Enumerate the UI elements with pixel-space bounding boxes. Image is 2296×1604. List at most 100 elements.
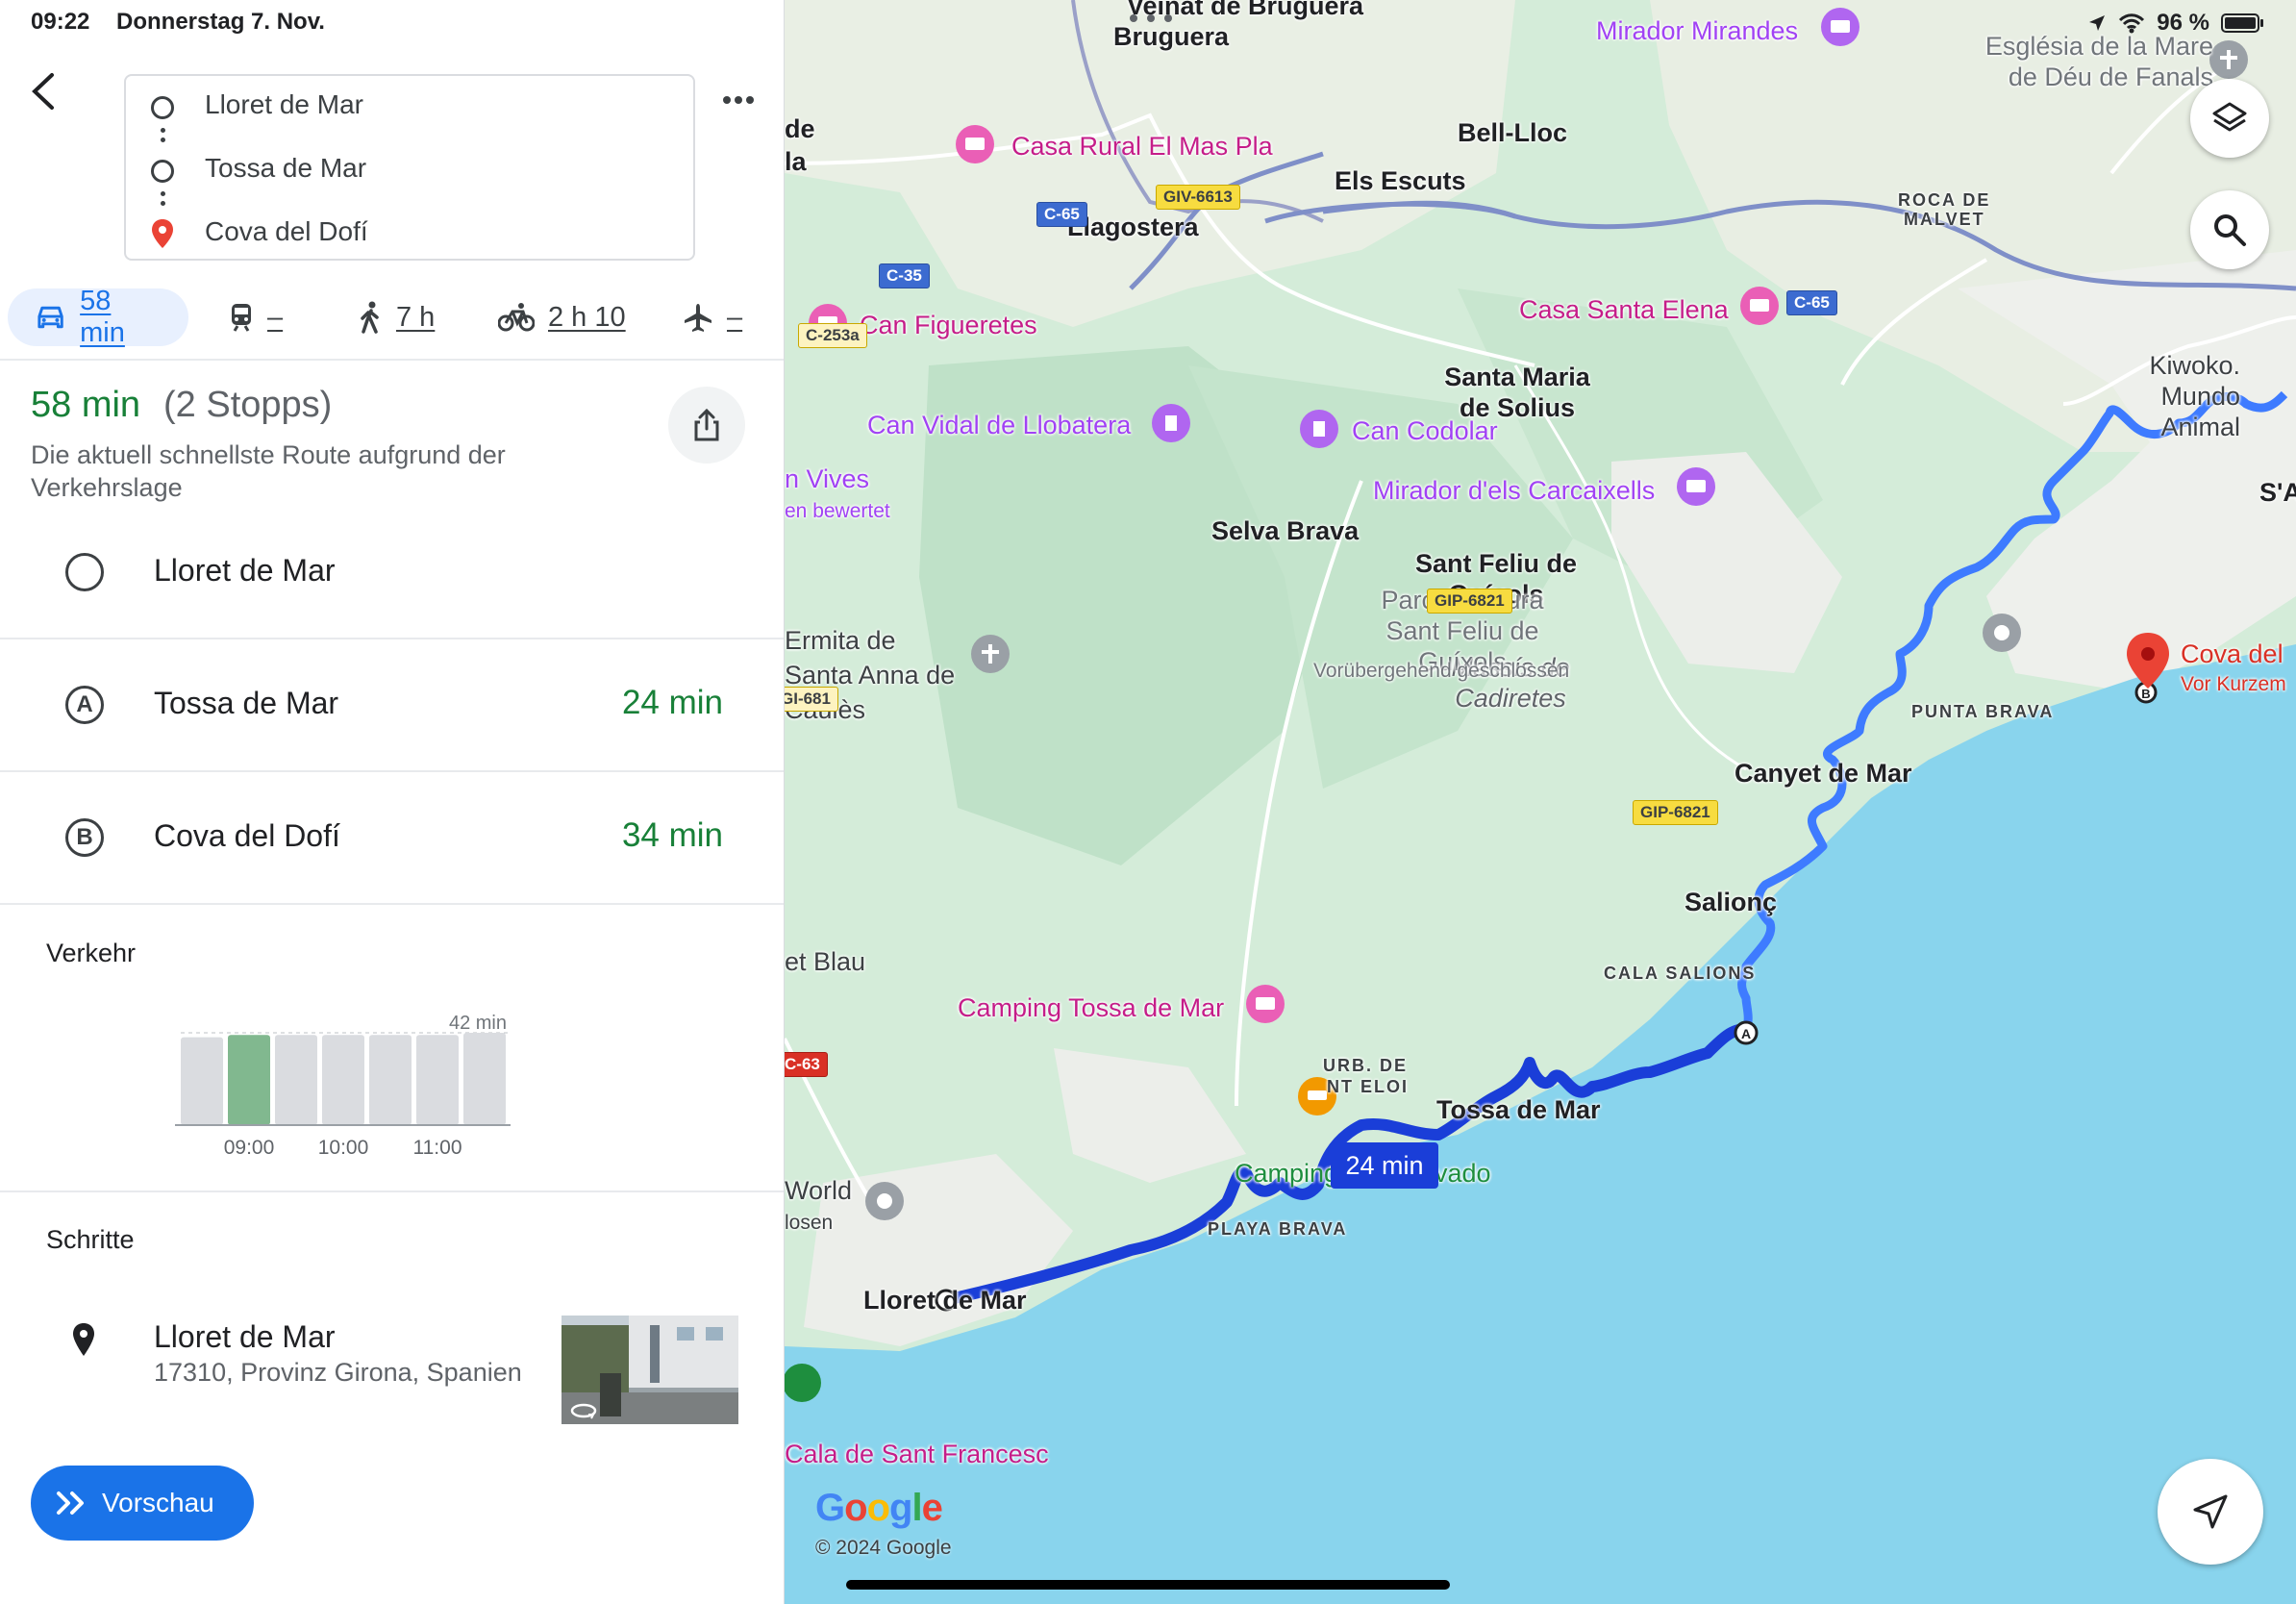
map-poi-label: losen (785, 1212, 834, 1234)
traffic-chart-svg: 42 min 09:00 10:00 11:00 (175, 1013, 511, 1159)
map-poi-label[interactable]: Can Vidal de Llobatera (867, 410, 1131, 440)
destination-pin-icon (152, 219, 173, 248)
divider (0, 1190, 784, 1192)
tab-walk[interactable]: 7 h (358, 288, 435, 346)
more-horiz-icon (723, 96, 754, 104)
traffic-title: Verkehr (46, 939, 137, 967)
route-duration-tag[interactable]: 24 min (1331, 1142, 1438, 1189)
map-poi-label[interactable]: Kiwoko. Mundo Animal (2077, 350, 2240, 442)
tab-flight[interactable]: – (683, 288, 742, 346)
battery-icon (2221, 13, 2263, 33)
multitasking-dots-icon[interactable] (1127, 12, 1175, 25)
traffic-bar[interactable] (369, 1035, 412, 1125)
traffic-bar[interactable] (322, 1035, 364, 1125)
step-name[interactable]: Lloret de Mar (154, 1319, 336, 1355)
map-label-town: Lloret de Mar (863, 1286, 1027, 1315)
home-indicator[interactable] (846, 1580, 1450, 1590)
map-label-town: Santa Maria de Solius (1444, 363, 1590, 422)
map-poi-label[interactable]: Mirador Mirandes (1596, 15, 1798, 46)
traffic-bar[interactable] (181, 1037, 223, 1125)
search-button[interactable] (2190, 190, 2269, 269)
road-shield: C-63 (785, 1052, 828, 1077)
map-label-town: Bruguera (1113, 22, 1230, 51)
waypoint-origin[interactable]: Lloret de Mar (126, 83, 693, 131)
map-label-town: Els Escuts (1335, 166, 1466, 195)
route-waypoints[interactable]: Lloret de Mar Tossa de Mar Cova del Dofí (124, 74, 695, 261)
map-label-town: Bell-Lloc (1458, 118, 1568, 147)
stop-name: Cova del Dofí (154, 818, 340, 853)
stop-row-b[interactable]: B Cova del Dofí 34 min (0, 772, 784, 905)
svg-text:A: A (1741, 1026, 1751, 1041)
map-label-town: la (785, 147, 807, 176)
tab-flight-label: – (727, 301, 743, 333)
map-poi-label[interactable]: Camping Tossa de Mar (958, 992, 1224, 1023)
waypoint-stop[interactable]: Tossa de Mar (126, 146, 693, 194)
stop-row-origin[interactable]: Lloret de Mar (0, 507, 784, 639)
road-shield: GIP-6821 (1633, 800, 1718, 825)
stop-duration: 24 min (621, 684, 723, 721)
map-poi-label[interactable]: World (785, 1175, 852, 1206)
layers-button[interactable] (2190, 79, 2269, 158)
steps-title: Schritte (46, 1225, 135, 1254)
tab-car[interactable]: 58 min (8, 286, 188, 348)
travel-mode-tabs: 58 min – 7 h 2 h 10 – (0, 286, 784, 348)
road-shield: C-65 (1036, 202, 1087, 227)
divider (0, 359, 784, 361)
map-poi-label[interactable]: et Blau (785, 946, 865, 977)
map-poi-label[interactable]: Camping (1235, 1158, 1338, 1189)
airplane-icon (685, 304, 711, 332)
map-poi-label[interactable]: Església de la Mare de Déu de Fanals (1963, 31, 2213, 92)
tab-walk-label: 7 h (396, 301, 436, 333)
back-button[interactable] (23, 67, 65, 115)
stop-marker-a: A (65, 686, 104, 724)
connector-dots (161, 124, 166, 147)
stop-duration: 34 min (621, 816, 723, 854)
directions-panel: 09:22 Donnerstag 7. Nov. Lloret de Mar T… (0, 0, 785, 1604)
stop-name: Lloret de Mar (154, 553, 336, 588)
traffic-bar[interactable] (463, 1033, 506, 1125)
tab-transit[interactable]: – (229, 288, 283, 346)
map-view[interactable]: A B Veïnat de Bruguera Bruguera Llagoste… (785, 0, 2296, 1604)
map-label-town: Salionç (1685, 888, 1778, 916)
preview-button-label: Vorschau (102, 1488, 214, 1517)
share-icon (694, 408, 719, 441)
traffic-bar[interactable] (275, 1035, 317, 1125)
road-shield: C-35 (879, 263, 930, 288)
map-label-area: MALVET (1904, 210, 1985, 229)
stop-row-a[interactable]: A Tossa de Mar 24 min (0, 639, 784, 772)
svg-text:B: B (2141, 687, 2150, 701)
road-shield: C-253a (798, 323, 867, 348)
navigate-button[interactable] (2158, 1459, 2263, 1565)
map-poi-label[interactable]: Mirador d'els Carcaixells (1373, 475, 1655, 506)
traffic-bar[interactable] (416, 1035, 459, 1125)
more-options-button[interactable] (715, 83, 761, 117)
map-label-area: PLAYA BRAVA (1208, 1219, 1348, 1239)
stop-marker-empty (65, 553, 104, 591)
map-poi-label[interactable]: Casa Rural El Mas Pla (1011, 131, 1273, 162)
circle-icon (151, 96, 174, 119)
street-view-thumbnail[interactable] (562, 1316, 738, 1424)
tab-bike[interactable]: 2 h 10 (498, 288, 626, 346)
map-label-town: Selva Brava (1211, 516, 1360, 545)
map-label-area: CALA SALIONS (1604, 964, 1757, 983)
map-poi-label-destination[interactable]: Cova del (2181, 639, 2284, 669)
map-poi-label[interactable]: Can Figueretes (860, 310, 1037, 340)
share-button[interactable] (668, 387, 745, 464)
waypoint-destination[interactable]: Cova del Dofí (126, 210, 693, 258)
double-chevron-right-icon (57, 1491, 84, 1515)
stop-marker-b: B (65, 818, 104, 857)
tab-transit-label: – (267, 301, 284, 333)
map-poi-label[interactable]: Can Codolar (1352, 415, 1498, 446)
traffic-tick-label: 09:00 (224, 1137, 275, 1159)
waypoint-destination-label: Cova del Dofí (205, 216, 368, 246)
map-poi-label[interactable]: Cala de Sant Francesc (785, 1439, 1049, 1469)
map-poi-label[interactable]: Casa Santa Elena (1519, 294, 1729, 325)
map-poi-label[interactable]: vado (1435, 1158, 1491, 1189)
traffic-bar[interactable] (228, 1035, 270, 1125)
map-poi-label[interactable]: n Vives (785, 464, 869, 494)
stop-name: Tossa de Mar (154, 686, 339, 720)
preview-button[interactable]: Vorschau (31, 1466, 254, 1541)
map-label-area: NT ELOI (1327, 1077, 1409, 1096)
connector-dots (161, 188, 166, 211)
location-pin-icon (73, 1323, 94, 1356)
